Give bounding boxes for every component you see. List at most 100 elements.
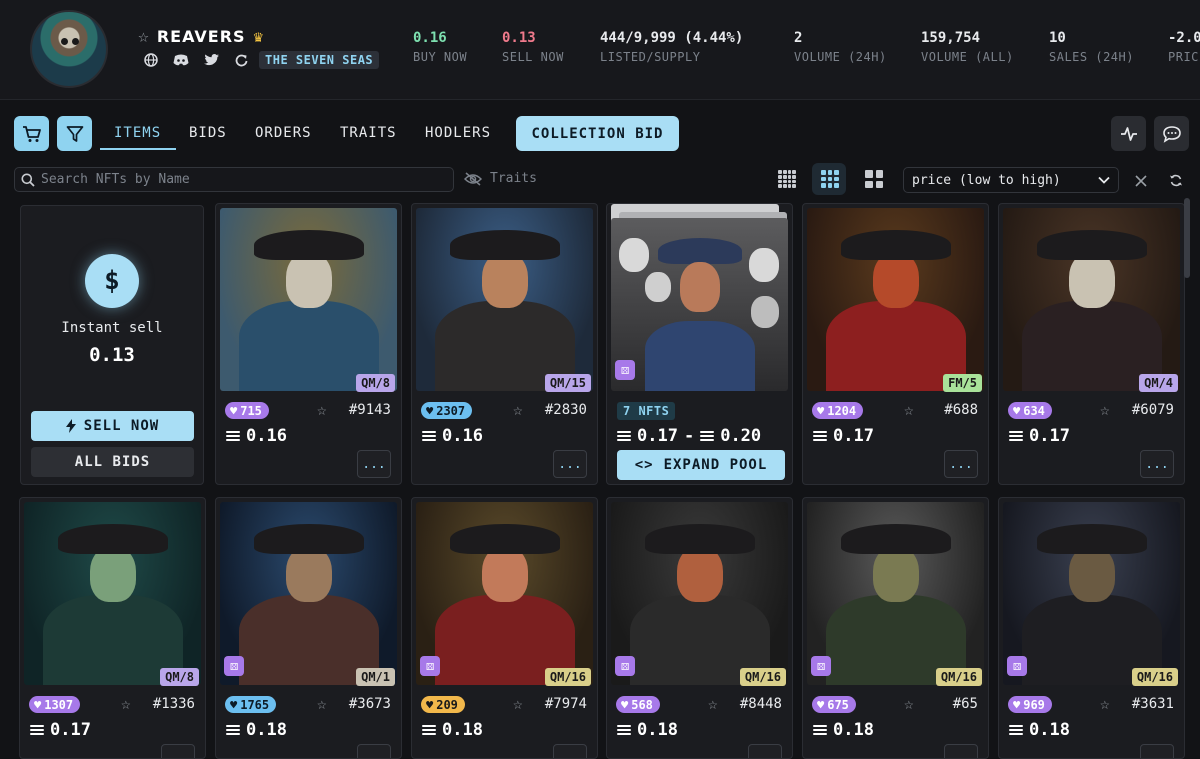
cart-button[interactable] — [14, 116, 49, 151]
likes-pill[interactable]: ♥ 1765 — [225, 696, 277, 713]
pool-card[interactable]: ⚄ 7 NFTS 0.17 - 0.20 <> EXPAND POOL — [606, 203, 793, 485]
discord-icon[interactable] — [173, 52, 189, 68]
tab-orders[interactable]: ORDERS — [255, 125, 312, 141]
price-value: 0.18 — [442, 720, 483, 740]
filter-button[interactable] — [57, 116, 92, 151]
tab-items[interactable]: ITEMS — [114, 125, 161, 141]
scrollbar[interactable] — [1184, 198, 1190, 278]
chevron-down-icon — [1098, 173, 1110, 188]
solana-icon — [422, 431, 436, 441]
likes-count: 715 — [240, 403, 262, 418]
stat-label: PRIC — [1168, 50, 1199, 64]
star-icon[interactable]: ☆ — [904, 694, 914, 713]
price-value: 0.18 — [246, 720, 287, 740]
grid-medium-icon[interactable] — [821, 170, 839, 188]
all-bids-button[interactable]: ALL BIDS — [31, 447, 194, 477]
heart-icon: ♥ — [817, 697, 825, 712]
traits-toggle[interactable]: Traits — [464, 171, 537, 186]
price-value: 0.18 — [833, 720, 874, 740]
refresh-list-icon[interactable] — [1169, 172, 1183, 191]
nft-card[interactable]: ⚄ QM/16 ♥ 969 ☆ #3631 0.18 ... — [998, 497, 1185, 759]
chat-button[interactable] — [1154, 116, 1189, 151]
star-icon[interactable]: ☆ — [708, 694, 718, 713]
more-options-button[interactable]: ... — [944, 744, 978, 758]
nft-card[interactable]: ⚄ QM/1 ♥ 1765 ☆ #3673 0.18 ... — [215, 497, 402, 759]
star-icon[interactable]: ☆ — [1100, 400, 1110, 419]
star-icon[interactable]: ☆ — [138, 26, 149, 47]
nft-card[interactable]: ⚄ QM/16 ♥ 209 ☆ #7974 0.18 ... — [411, 497, 598, 759]
nft-artwork — [220, 502, 397, 685]
star-icon[interactable]: ☆ — [317, 694, 327, 713]
grid-large-icon[interactable] — [865, 170, 883, 188]
likes-pill[interactable]: ♥ 675 — [812, 696, 856, 713]
tab-bids[interactable]: BIDS — [189, 125, 227, 141]
more-options-button[interactable]: ... — [944, 450, 978, 478]
rarity-badge: FM/5 — [943, 374, 982, 392]
heart-icon: ♥ — [230, 697, 238, 712]
nft-card[interactable]: QM/8 ♥ 1307 ☆ #1336 0.17 ... — [19, 497, 206, 759]
nft-card[interactable]: QM/4 ♥ 634 ☆ #6079 0.17 ... — [998, 203, 1185, 485]
more-options-button[interactable]: ... — [1140, 744, 1174, 758]
star-icon[interactable]: ☆ — [121, 694, 131, 713]
likes-pill[interactable]: ♥ 2307 — [421, 402, 473, 419]
collection-bid-button[interactable]: COLLECTION BID — [516, 116, 679, 151]
stat-value: 2 — [794, 30, 803, 46]
nft-price: 0.17 — [1009, 426, 1070, 446]
likes-pill[interactable]: ♥ 715 — [225, 402, 269, 419]
price-value: 0.17 — [833, 426, 874, 446]
clear-sort-icon[interactable] — [1135, 172, 1147, 191]
grid-small-icon[interactable] — [778, 170, 796, 188]
token-id: #688 — [944, 402, 978, 418]
sort-select[interactable]: price (low to high) — [903, 167, 1119, 193]
likes-pill[interactable]: ♥ 634 — [1008, 402, 1052, 419]
rarity-badge: QM/8 — [160, 668, 199, 686]
nft-card[interactable]: ⚄ QM/16 ♥ 568 ☆ #8448 0.18 ... — [606, 497, 793, 759]
more-options-button[interactable]: ... — [357, 450, 391, 478]
nft-artwork — [416, 502, 593, 685]
star-icon[interactable]: ☆ — [513, 400, 523, 419]
refresh-icon[interactable] — [233, 52, 249, 68]
expand-pool-button[interactable]: <> EXPAND POOL — [617, 450, 785, 480]
activity-button[interactable] — [1111, 116, 1146, 151]
more-options-button[interactable]: ... — [553, 450, 587, 478]
tab-traits[interactable]: TRAITS — [340, 125, 397, 141]
collection-header: ☆ REAVERS ♛ THE SEVEN SEAS 0.16 BUY NOW 0… — [0, 0, 1200, 100]
nft-card[interactable]: QM/8 ♥ 715 ☆ #9143 0.16 ... — [215, 203, 402, 485]
likes-pill[interactable]: ♥ 209 — [421, 696, 465, 713]
nft-card[interactable]: QM/15 ♥ 2307 ☆ #2830 0.16 ... — [411, 203, 598, 485]
nft-card[interactable]: ⚄ QM/16 ♥ 675 ☆ #65 0.18 ... — [802, 497, 989, 759]
twitter-icon[interactable] — [203, 52, 219, 68]
expand-pool-label: EXPAND POOL — [663, 457, 768, 473]
pool-price-low: 0.17 — [637, 426, 678, 446]
likes-pill[interactable]: ♥ 1204 — [812, 402, 864, 419]
solana-icon — [813, 725, 827, 735]
tab-hodlers[interactable]: HODLERS — [425, 125, 491, 141]
globe-icon[interactable] — [143, 52, 159, 68]
heart-icon: ♥ — [817, 403, 825, 418]
more-options-button[interactable]: ... — [357, 744, 391, 758]
collection-tag[interactable]: THE SEVEN SEAS — [259, 51, 380, 69]
star-icon[interactable]: ☆ — [904, 400, 914, 419]
nft-price: 0.16 — [226, 426, 287, 446]
more-options-button[interactable]: ... — [748, 744, 782, 758]
lightning-icon — [65, 419, 76, 433]
star-icon[interactable]: ☆ — [513, 694, 523, 713]
sort-selected-value: price (low to high) — [912, 172, 1061, 188]
sell-now-button[interactable]: SELL NOW — [31, 411, 194, 441]
more-options-button[interactable]: ... — [161, 744, 195, 758]
nft-card[interactable]: FM/5 ♥ 1204 ☆ #688 0.17 ... — [802, 203, 989, 485]
search-input[interactable] — [41, 172, 441, 187]
star-icon[interactable]: ☆ — [317, 400, 327, 419]
likes-pill[interactable]: ♥ 969 — [1008, 696, 1052, 713]
more-options-button[interactable]: ... — [553, 744, 587, 758]
nft-artwork — [24, 502, 201, 685]
pool-price-high: 0.20 — [720, 426, 762, 446]
heart-icon: ♥ — [1013, 403, 1021, 418]
price-separator: - — [683, 426, 695, 446]
solana-icon — [226, 431, 240, 441]
star-icon[interactable]: ☆ — [1100, 694, 1110, 713]
price-value: 0.16 — [442, 426, 483, 446]
likes-pill[interactable]: ♥ 1307 — [29, 696, 81, 713]
more-options-button[interactable]: ... — [1140, 450, 1174, 478]
likes-pill[interactable]: ♥ 568 — [616, 696, 660, 713]
